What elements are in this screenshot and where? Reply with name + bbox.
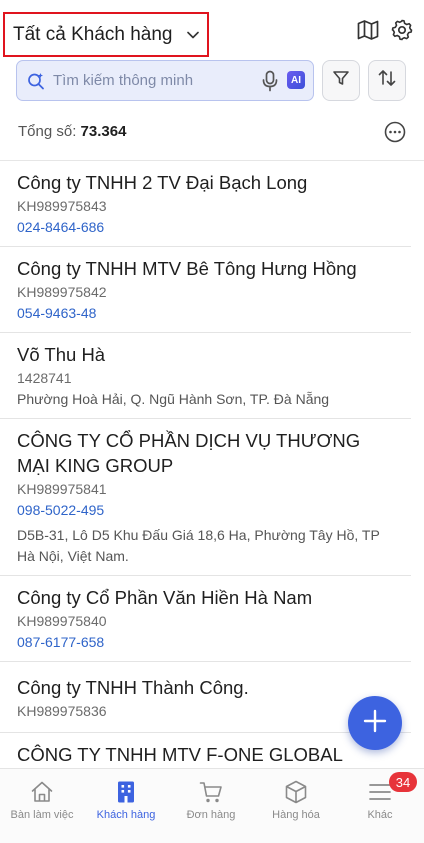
tab-label: Khách hàng	[96, 809, 156, 821]
building-icon	[113, 779, 139, 805]
ai-badge[interactable]: AI	[287, 71, 305, 89]
tab-products[interactable]: Hàng hóa	[254, 769, 338, 839]
customer-code: KH989975842	[17, 284, 107, 300]
search-placeholder: Tìm kiếm thông minh	[53, 72, 194, 89]
customer-code: KH989975841	[17, 481, 107, 497]
customer-name: Công ty TNHH 2 TV Đại Bạch Long	[17, 172, 308, 193]
tab-label: Đơn hàng	[186, 809, 236, 821]
tab-label: Hàng hóa	[272, 809, 320, 821]
microphone-icon[interactable]	[261, 70, 279, 92]
customer-group-selector[interactable]: Tất cả Khách hàng	[3, 12, 209, 57]
tab-label: Khác	[367, 809, 393, 821]
customer-phone[interactable]: 087-6177-658	[17, 632, 395, 653]
customer-item[interactable]: Võ Thu Hà 1428741 Phường Hoà Hải, Q. Ngũ…	[0, 333, 411, 419]
customer-address: D5B-31, Lô D5 Khu Đấu Giá 18,6 Ha, Phườn…	[17, 527, 380, 564]
map-icon[interactable]	[356, 18, 380, 42]
customer-name: Công ty Cổ Phần Văn Hiền Hà Nam	[17, 587, 313, 608]
customer-item[interactable]: Công ty Cổ Phần Văn Hiền Hà Nam KH989975…	[0, 576, 411, 662]
smart-search-input[interactable]: Tìm kiếm thông minh AI	[16, 60, 314, 101]
notification-badge: 34	[389, 772, 417, 792]
customer-phone[interactable]: 054-9463-48	[17, 303, 395, 324]
customer-phone[interactable]: 098-5022-495	[17, 500, 395, 521]
customer-code: KH989975843	[17, 198, 107, 214]
sort-button[interactable]	[368, 60, 406, 101]
customer-item[interactable]: Công ty TNHH 2 TV Đại Bạch Long KH989975…	[0, 161, 411, 247]
filter-button[interactable]	[322, 60, 360, 101]
customer-phone[interactable]: 024-8464-686	[17, 217, 395, 238]
smart-search-icon	[27, 72, 45, 90]
chevron-down-icon	[186, 28, 201, 42]
box-icon	[283, 779, 309, 805]
tab-orders[interactable]: Đơn hàng	[169, 769, 253, 839]
total-value: 73.364	[80, 123, 127, 140]
gear-icon[interactable]	[390, 18, 414, 42]
page-title: Tất cả Khách hàng	[13, 23, 173, 45]
customer-code: KH989975836	[17, 703, 107, 719]
customer-item[interactable]: Công ty TNHH MTV Bê Tông Hưng Hồng KH989…	[0, 247, 411, 333]
more-options-icon[interactable]	[384, 121, 406, 143]
tab-label: Bàn làm việc	[10, 809, 74, 821]
home-icon	[29, 779, 55, 805]
bottom-tab-bar: Bàn làm việc Khách hàng Đơn hàng Hàng hó…	[0, 768, 424, 843]
sort-icon	[377, 68, 397, 93]
customer-address: Phường Hoà Hải, Q. Ngũ Hành Sơn, TP. Đà …	[17, 391, 330, 407]
total-count: Tổng số: 73.364	[18, 123, 126, 140]
customer-name: CÔNG TY CỔ PHẦN DỊCH VỤ THƯƠNG MẠI KING …	[17, 430, 361, 476]
customer-name: Công ty TNHH Thành Công.	[17, 677, 249, 698]
total-label: Tổng số:	[18, 123, 77, 140]
customer-code: 1428741	[17, 370, 72, 386]
customer-code: KH989975840	[17, 613, 107, 629]
top-header: Tất cả Khách hàng	[0, 0, 424, 58]
cart-icon	[198, 779, 224, 805]
plus-icon	[363, 709, 387, 738]
customer-item[interactable]: CÔNG TY CỔ PHẦN DỊCH VỤ THƯƠNG MẠI KING …	[0, 419, 411, 576]
add-customer-button[interactable]	[348, 696, 402, 750]
tab-customers[interactable]: Khách hàng	[84, 769, 168, 839]
customer-name: Võ Thu Hà	[17, 344, 106, 365]
tab-workspace[interactable]: Bàn làm việc	[0, 769, 84, 839]
filter-icon	[332, 69, 350, 92]
search-row: Tìm kiếm thông minh AI	[0, 60, 424, 102]
customer-name: Công ty TNHH MTV Bê Tông Hưng Hồng	[17, 258, 357, 279]
